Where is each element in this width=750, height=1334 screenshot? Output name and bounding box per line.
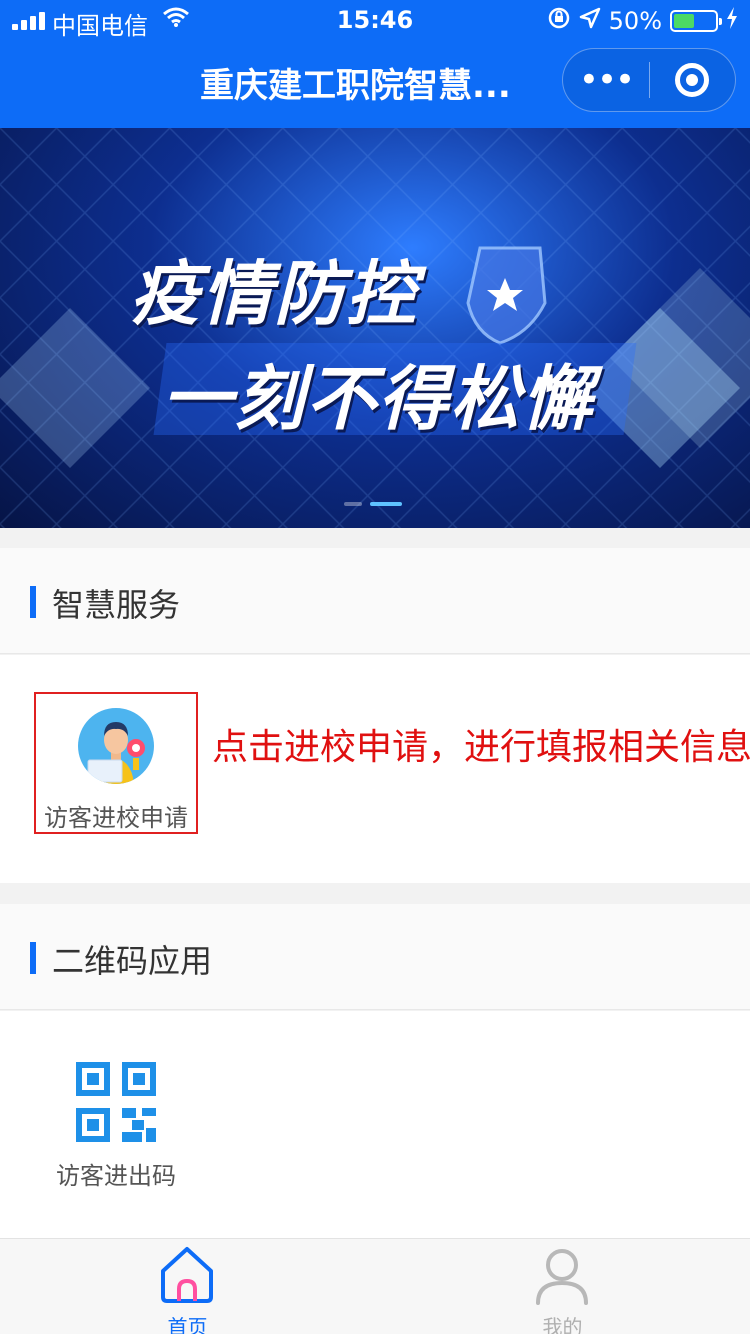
more-icon[interactable]: ••• (563, 63, 649, 97)
carousel-dot-active[interactable] (370, 502, 402, 506)
page-title: 重庆建工职院智慧... (200, 66, 511, 106)
rotation-lock-icon (547, 6, 571, 36)
visitor-icon[interactable] (78, 708, 154, 784)
tab-bar: 首页 我的 (0, 1238, 750, 1334)
section-title: 智慧服务 (52, 586, 181, 624)
top-bar: 中国电信 15:46 50% 重庆建工职院智慧... ••• (0, 0, 750, 128)
tab-mine-label: 我的 (542, 1315, 583, 1334)
section-header-qr-apps: 二维码应用 (0, 904, 750, 1010)
location-arrow-icon (579, 7, 601, 35)
close-icon[interactable] (650, 63, 735, 97)
carousel-dot[interactable] (344, 502, 362, 506)
visitor-apply-label[interactable]: 访客进校申请 (36, 798, 196, 833)
banner-slogan: 疫情防控 一刻不得松懈 (130, 238, 594, 444)
instruction-annotation: 点击进校申请，进行填报相关信息 (212, 727, 750, 768)
tab-mine[interactable]: 我的 (375, 1239, 750, 1334)
status-right: 50% (547, 6, 738, 36)
banner-line-1: 疫情防控 (130, 253, 418, 335)
tab-home[interactable]: 首页 (0, 1239, 375, 1334)
banner-line-2: 一刻不得松懈 (162, 358, 594, 440)
visitor-pass-code-label[interactable]: 访客进出码 (36, 1156, 196, 1191)
status-bar: 中国电信 15:46 50% (0, 0, 750, 40)
carousel-indicators (344, 502, 402, 506)
section-accent-bar (30, 942, 36, 974)
section-title: 二维码应用 (52, 942, 213, 980)
charging-icon (726, 7, 738, 35)
qr-code-icon[interactable] (76, 1062, 156, 1142)
battery-icon (670, 10, 722, 32)
section-header-smart-service: 智慧服务 (0, 548, 750, 654)
banner-carousel[interactable]: 疫情防控 一刻不得松懈 (0, 128, 750, 528)
battery-percent: 50% (608, 7, 662, 35)
mini-program-capsule: ••• (562, 48, 736, 112)
tab-home-label: 首页 (167, 1315, 208, 1334)
home-icon (155, 1245, 219, 1309)
user-icon (530, 1245, 594, 1311)
section-accent-bar (30, 586, 36, 618)
